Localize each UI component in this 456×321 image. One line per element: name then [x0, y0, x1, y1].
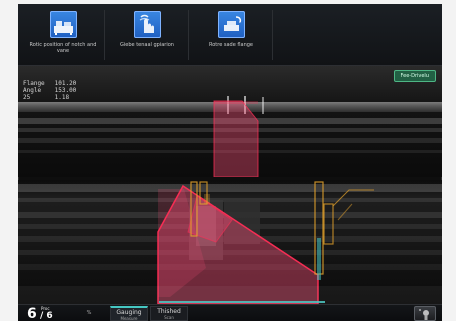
measurement-readout: Flange 101.20 Angle 153.00 25 1.18 — [23, 80, 133, 101]
tab-subtitle: Scan — [164, 315, 174, 320]
readout-row-flange: Flange 101.20 — [23, 80, 133, 87]
readout-row-angle: Angle 153.00 — [23, 87, 133, 94]
toolbar-separator — [188, 10, 189, 60]
gauge-hand-icon-svg — [139, 14, 154, 33]
tool-button-notch-vane[interactable]: Rotic position of notch and vane — [26, 8, 100, 61]
camera-view-top: Fee-Drivelu Flange 101.20 Angle 153.00 2… — [18, 66, 442, 177]
gauge-hand-icon — [134, 11, 161, 38]
status-badge: Fee-Drivelu — [393, 70, 436, 82]
readout-key: Flange — [23, 80, 45, 87]
tool-button-label: Giebe tenaal gpiarion — [120, 42, 174, 48]
sensor-device-icon-svg — [419, 309, 429, 320]
readout-value: 1.18 — [54, 94, 70, 101]
step-total: / 6 — [40, 311, 53, 321]
flange-rotate-icon-svg — [224, 16, 242, 31]
readout-row-25: 25 1.18 — [23, 94, 133, 101]
app-frame: Rotic position of notch and vane Giebe t… — [18, 4, 442, 321]
camera-bottom-svg — [18, 180, 442, 304]
tab-gauging[interactable]: Gauging Measure — [110, 306, 148, 321]
readout-value: 153.00 — [54, 87, 77, 94]
sensor-device-icon[interactable] — [414, 306, 436, 321]
camera-view-bottom — [18, 180, 442, 304]
tool-button-label: Rotic position of notch and vane — [29, 42, 97, 54]
machine-icon — [50, 11, 77, 38]
tool-button-label: Rotre sade flange — [208, 42, 254, 48]
flange-rotate-icon — [218, 11, 245, 38]
tab-finished[interactable]: Thished Scan — [150, 306, 188, 321]
tab-subtitle: Measure — [120, 316, 138, 321]
tab-title: Thished — [157, 308, 181, 315]
readout-value: 101.20 — [54, 80, 77, 87]
step-current: 6 — [27, 306, 37, 321]
readout-key: Angle — [23, 87, 42, 94]
tool-button-gauge[interactable]: Giebe tenaal gpiarion — [110, 8, 184, 61]
machine-icon-svg — [54, 21, 73, 35]
bottom-status-bar: Proc 6 / 6 % Gauging Measure Thished Sca… — [18, 304, 442, 321]
toolbar-separator — [272, 10, 273, 60]
toolbar-separator — [104, 10, 105, 60]
progress-percent: % — [86, 310, 92, 316]
step-counter: Proc 6 / 6 — [24, 305, 56, 321]
top-toolbar: Rotic position of notch and vane Giebe t… — [18, 4, 442, 66]
readout-key: 25 — [23, 94, 31, 101]
tab-title: Gauging — [116, 309, 142, 316]
tool-button-flange[interactable]: Rotre sade flange — [194, 8, 268, 61]
